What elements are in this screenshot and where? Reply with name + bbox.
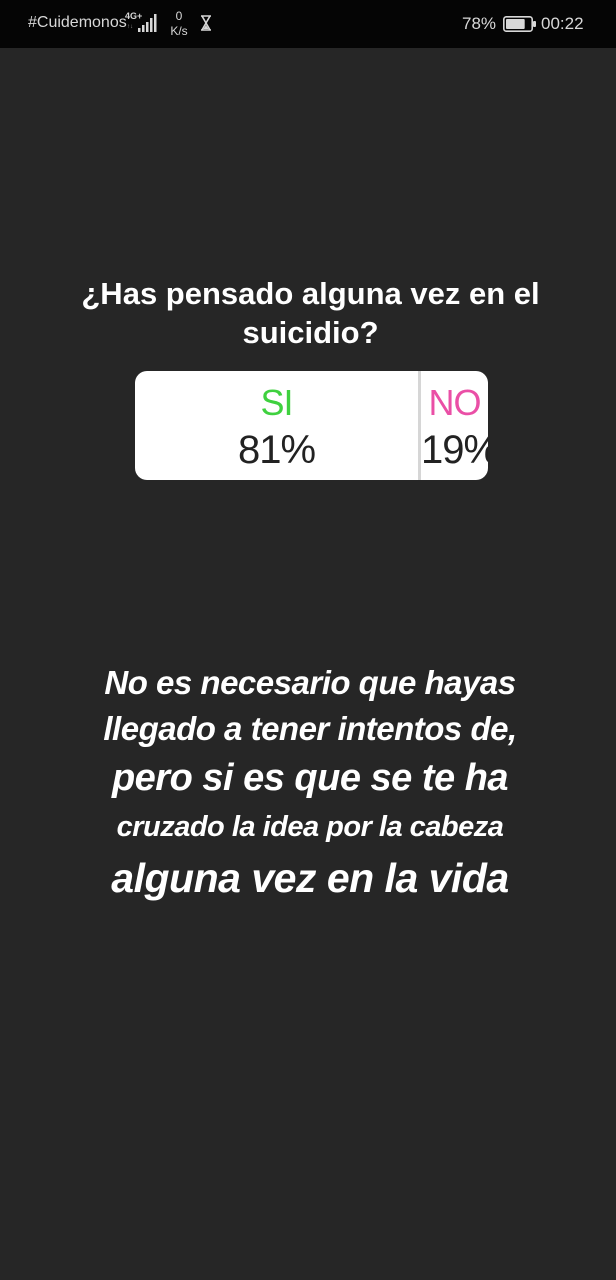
status-bar: #Cuidemonos 4G+ ↑↓ 0 K/s 78% 00:22 [0, 0, 616, 48]
signal-icon [138, 14, 157, 32]
poll-option-percent: 19% [421, 428, 488, 472]
message-line: No es necesario que hayas [104, 664, 516, 701]
network-speed: 0 K/s [168, 9, 190, 39]
battery-percent: 78% [462, 14, 497, 33]
poll-option-label: NO [428, 382, 482, 423]
battery-icon [503, 16, 536, 32]
message-line: llegado a tener intentos de, [103, 710, 517, 747]
message-line: cruzado la idea por la cabeza [116, 811, 504, 843]
poll-option-label: SI [260, 382, 293, 423]
message-line: pero si es que se te ha [111, 757, 509, 799]
poll-results[interactable]: SI 81% NO 19% [135, 371, 488, 480]
network-speed-unit: K/s [170, 24, 188, 38]
story-message: No es necesario que hayas llegado a tene… [30, 660, 590, 906]
poll-option-percent: 81% [237, 428, 316, 472]
poll-option-no[interactable]: NO 19% [421, 371, 488, 480]
network-activity-icon: ↑↓ [127, 24, 133, 30]
carrier-label: #Cuidemonos [28, 14, 127, 31]
message-line: alguna vez en la vida [111, 855, 509, 901]
poll-option-si[interactable]: SI 81% [135, 371, 418, 480]
clock: 00:22 [541, 14, 584, 33]
network-indicator: 4G+ ↑↓ [124, 11, 160, 35]
hourglass-icon [201, 15, 211, 31]
network-speed-value: 0 [175, 9, 183, 23]
poll-question: ¿Has pensado alguna vez en el suicidio? [81, 276, 540, 350]
